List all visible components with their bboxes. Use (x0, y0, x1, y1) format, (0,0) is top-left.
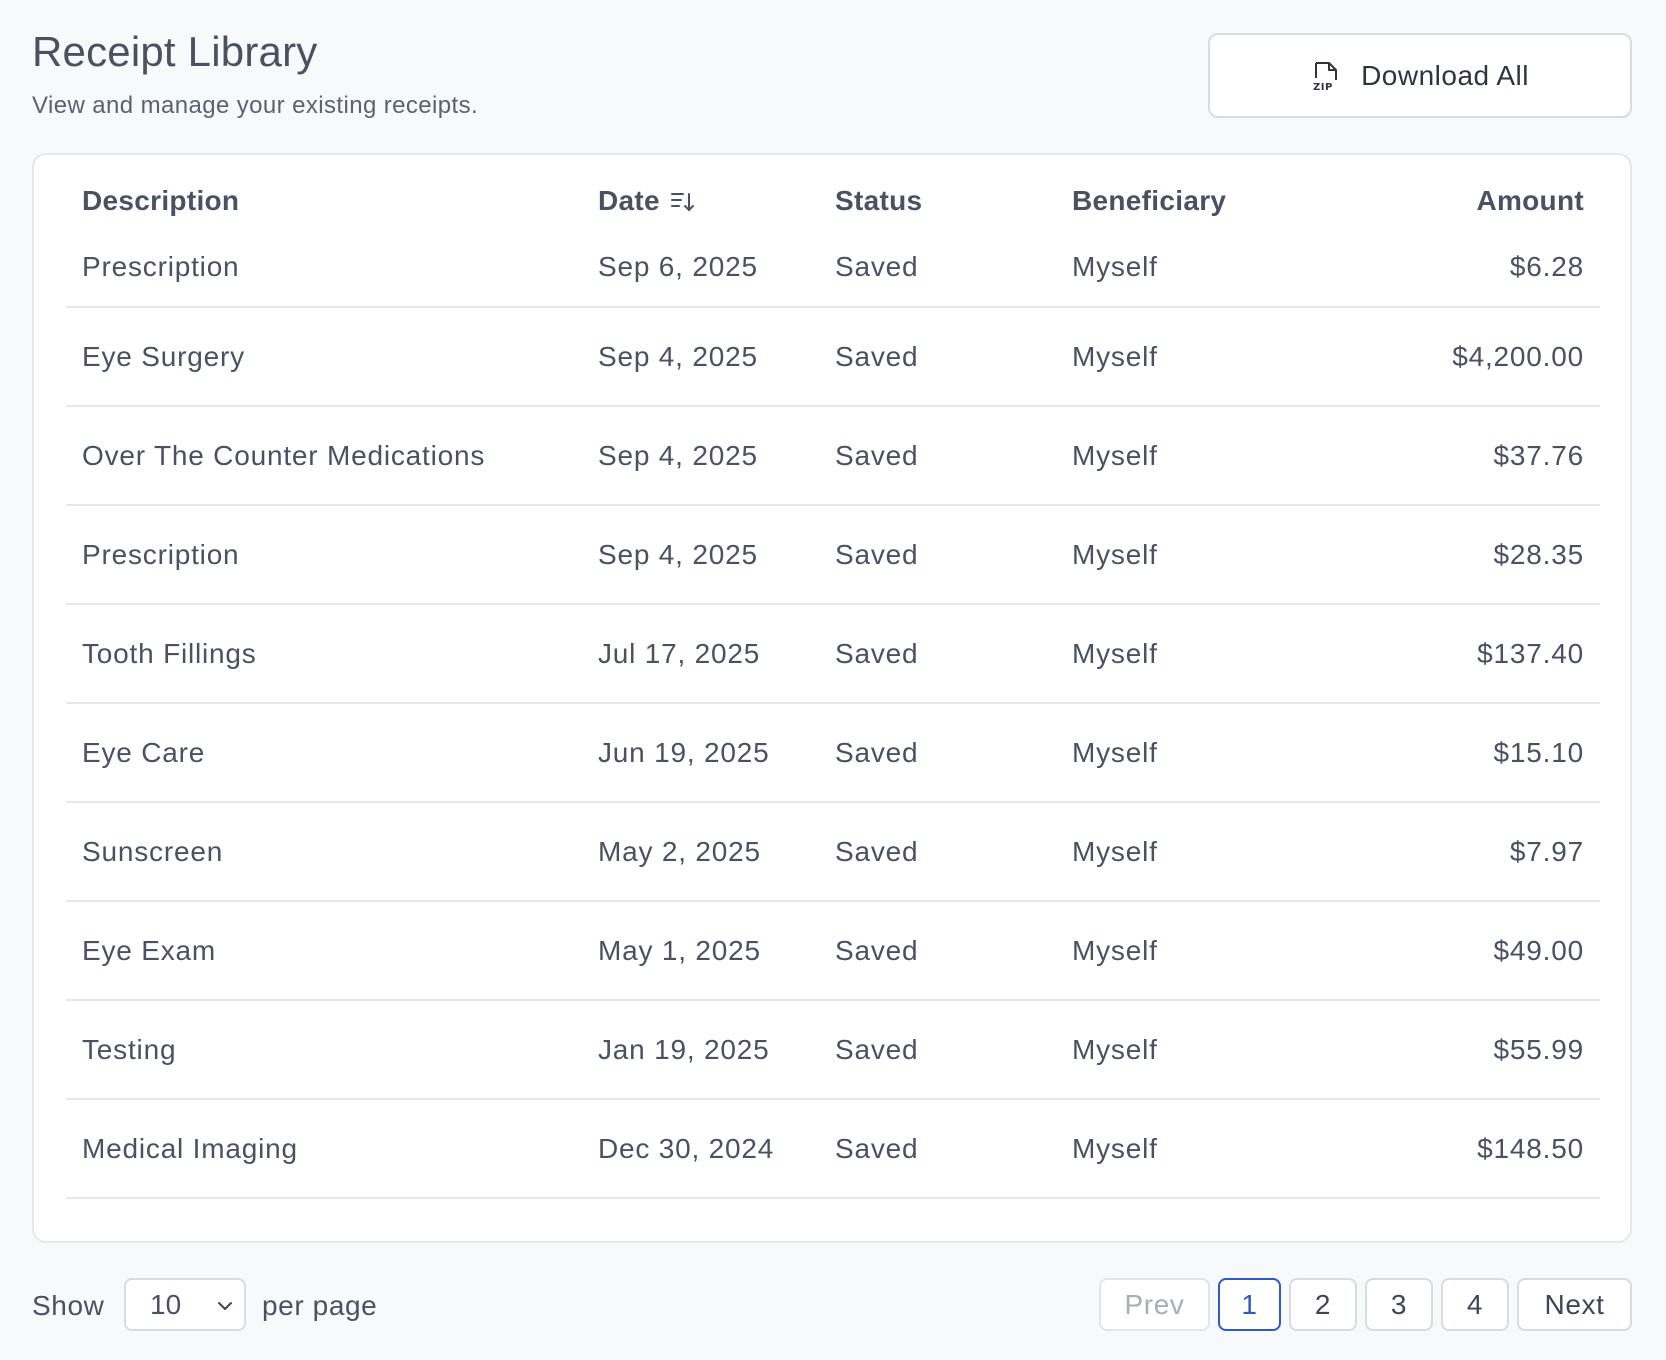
cell-beneficiary: Myself (1072, 538, 1158, 570)
cell-description: Prescription (82, 251, 240, 282)
cell-date: May 1, 2025 (598, 934, 761, 966)
cell-status: Saved (835, 1132, 919, 1164)
page-subtitle: View and manage your existing receipts. (32, 92, 479, 119)
table-body: Prescription Sep 6, 2025 Saved Myself $6… (66, 245, 1600, 1199)
cell-beneficiary: Myself (1072, 439, 1158, 471)
cell-beneficiary: Myself (1072, 637, 1158, 669)
zip-file-icon: ZIP (1313, 61, 1338, 92)
receipt-library-page: Receipt Library View and manage your exi… (0, 0, 1666, 1360)
page-button-4[interactable]: 4 (1441, 1278, 1509, 1331)
column-header-status[interactable]: Status (835, 185, 922, 217)
page-title: Receipt Library (32, 28, 318, 75)
cell-status: Saved (835, 538, 919, 570)
column-label-description: Description (82, 185, 240, 216)
cell-date: Jun 19, 2025 (598, 736, 770, 768)
cell-date: Dec 30, 2024 (598, 1132, 775, 1164)
cell-amount: $148.50 (1477, 1132, 1584, 1164)
cell-status: Saved (835, 637, 919, 669)
cell-description: Prescription (82, 538, 240, 570)
table-row[interactable]: Prescription Sep 6, 2025 Saved Myself $6… (66, 245, 1600, 308)
cell-description: Eye Exam (82, 934, 216, 966)
cell-date: Jul 17, 2025 (598, 637, 761, 669)
receipts-table: Description Date Status Beneficiary Amou… (66, 155, 1600, 1199)
cell-status: Saved (835, 835, 919, 867)
cell-status: Saved (835, 736, 919, 768)
column-label-amount: Amount (1476, 185, 1584, 216)
per-page-value: 10 (150, 1288, 182, 1320)
table-row[interactable]: Testing Jan 19, 2025 Saved Myself $55.99 (66, 1001, 1600, 1100)
cell-status: Saved (835, 439, 919, 471)
cell-amount: $37.76 (1493, 439, 1584, 471)
page-button-3[interactable]: 3 (1365, 1278, 1433, 1331)
cell-amount: $55.99 (1493, 1033, 1584, 1065)
table-row[interactable]: Eye Care Jun 19, 2025 Saved Myself $15.1… (66, 704, 1600, 803)
table-row[interactable]: Eye Exam May 1, 2025 Saved Myself $49.00 (66, 902, 1600, 1001)
cell-amount: $28.35 (1493, 538, 1584, 570)
column-label-date: Date (598, 185, 660, 216)
table-row[interactable]: Medical Imaging Dec 30, 2024 Saved Mysel… (66, 1100, 1600, 1199)
download-all-label: Download All (1361, 59, 1529, 91)
cell-date: Sep 4, 2025 (598, 439, 758, 471)
svg-text:ZIP: ZIP (1313, 82, 1333, 92)
cell-status: Saved (835, 934, 919, 966)
per-page-select[interactable]: 10 (124, 1278, 246, 1331)
cell-description: Tooth Fillings (82, 637, 257, 669)
cell-date: Sep 4, 2025 (598, 538, 758, 570)
cell-date: Sep 6, 2025 (598, 251, 758, 282)
cell-description: Eye Surgery (82, 340, 245, 372)
cell-description: Testing (82, 1033, 177, 1065)
table-header: Description Date Status Beneficiary Amou… (66, 155, 1600, 245)
show-label: Show (32, 1290, 105, 1321)
download-all-button[interactable]: ZIP Download All (1208, 33, 1632, 118)
column-label-status: Status (835, 185, 923, 216)
cell-amount: $7.97 (1509, 835, 1584, 867)
cell-description: Sunscreen (82, 835, 224, 867)
cell-date: Sep 4, 2025 (598, 340, 758, 372)
cell-beneficiary: Myself (1072, 251, 1158, 282)
cell-status: Saved (835, 251, 919, 282)
column-header-beneficiary[interactable]: Beneficiary (1072, 185, 1226, 217)
cell-beneficiary: Myself (1072, 934, 1158, 966)
cell-description: Medical Imaging (82, 1132, 298, 1164)
cell-date: May 2, 2025 (598, 835, 761, 867)
cell-description: Over The Counter Medications (82, 439, 486, 471)
page-button-1[interactable]: 1 (1218, 1278, 1281, 1331)
page-button-2[interactable]: 2 (1289, 1278, 1357, 1331)
sort-descending-icon[interactable] (670, 188, 696, 214)
cell-amount: $15.10 (1493, 736, 1584, 768)
column-header-amount[interactable]: Amount (1476, 185, 1584, 217)
cell-beneficiary: Myself (1072, 1033, 1158, 1065)
cell-amount: $49.00 (1493, 934, 1584, 966)
table-row[interactable]: Tooth Fillings Jul 17, 2025 Saved Myself… (66, 605, 1600, 704)
per-page-label: per page (262, 1290, 378, 1321)
table-row[interactable]: Eye Surgery Sep 4, 2025 Saved Myself $4,… (66, 308, 1600, 407)
prev-page-button[interactable]: Prev (1099, 1278, 1210, 1331)
cell-amount: $137.40 (1477, 637, 1584, 669)
table-row[interactable]: Prescription Sep 4, 2025 Saved Myself $2… (66, 506, 1600, 605)
cell-date: Jan 19, 2025 (598, 1033, 770, 1065)
cell-status: Saved (835, 1033, 919, 1065)
cell-amount: $6.28 (1509, 251, 1584, 282)
receipts-table-card: Description Date Status Beneficiary Amou… (32, 153, 1632, 1243)
cell-description: Eye Care (82, 736, 206, 768)
cell-beneficiary: Myself (1072, 1132, 1158, 1164)
cell-status: Saved (835, 340, 919, 372)
cell-beneficiary: Myself (1072, 835, 1158, 867)
table-row[interactable]: Over The Counter Medications Sep 4, 2025… (66, 407, 1600, 506)
cell-beneficiary: Myself (1072, 340, 1158, 372)
column-header-date[interactable]: Date (598, 185, 696, 217)
next-page-button[interactable]: Next (1517, 1278, 1632, 1331)
cell-beneficiary: Myself (1072, 736, 1158, 768)
table-row[interactable]: Sunscreen May 2, 2025 Saved Myself $7.97 (66, 803, 1600, 902)
cell-amount: $4,200.00 (1452, 340, 1584, 372)
column-label-beneficiary: Beneficiary (1072, 185, 1227, 216)
chevron-down-icon (218, 1302, 232, 1310)
column-header-description[interactable]: Description (82, 185, 239, 217)
